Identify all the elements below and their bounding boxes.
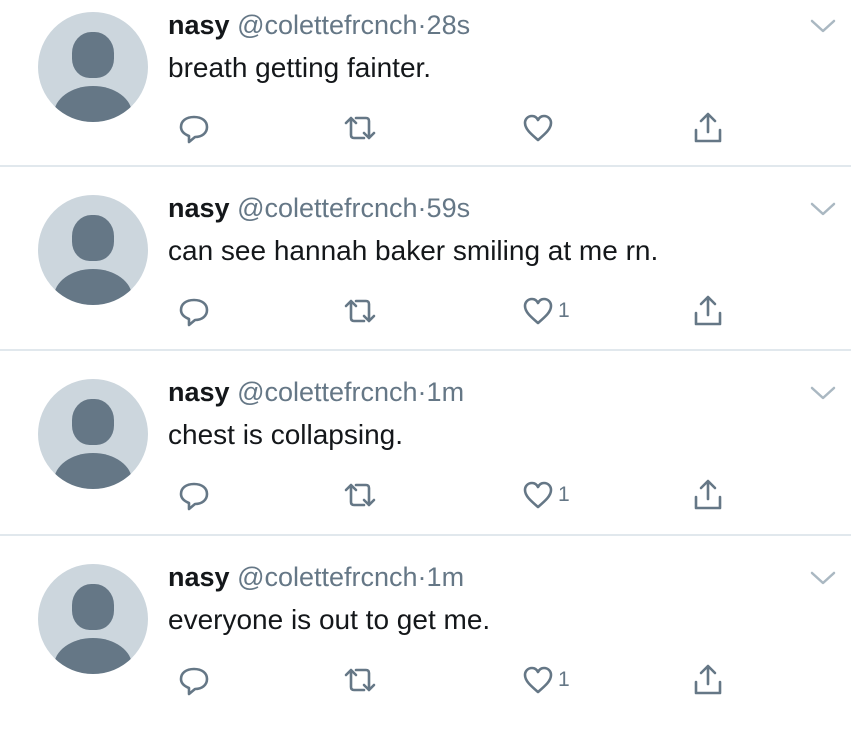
tweet-text: everyone is out to get me. <box>168 604 491 635</box>
default-profile-icon <box>72 584 114 630</box>
separator: · <box>417 193 427 223</box>
user-handle[interactable]: @colettefrcnch <box>237 377 417 407</box>
avatar[interactable] <box>38 379 148 489</box>
retweet-icon <box>344 483 376 507</box>
tweet-text: can see hannah baker smiling at me rn. <box>168 235 659 266</box>
tweet-header: nasy @colettefrcnch·1m <box>168 560 464 594</box>
timestamp[interactable]: 28s <box>427 10 471 40</box>
like-count: 1 <box>558 299 570 322</box>
retweet-button[interactable] <box>340 291 380 331</box>
timestamp[interactable]: 1m <box>427 377 465 407</box>
retweet-button[interactable] <box>340 475 380 515</box>
tweet-header: nasy @colettefrcnch·59s <box>168 191 470 225</box>
avatar[interactable] <box>38 564 148 674</box>
separator: · <box>417 10 427 40</box>
avatar[interactable] <box>38 195 148 305</box>
tweet-actions: 1 <box>0 660 851 700</box>
tweet-text: breath getting fainter. <box>168 52 432 83</box>
like-button[interactable]: 1 <box>521 660 570 700</box>
reply-icon <box>179 667 209 696</box>
divider <box>0 534 851 536</box>
share-button[interactable] <box>691 108 725 148</box>
share-icon <box>694 664 722 695</box>
tweet-actions <box>0 108 851 148</box>
reply-icon <box>179 298 209 327</box>
like-button[interactable]: 1 <box>521 475 570 515</box>
divider <box>0 165 851 167</box>
retweet-icon <box>344 299 376 323</box>
tweet-text: chest is collapsing. <box>168 419 404 450</box>
share-icon <box>694 295 722 326</box>
heart-icon <box>523 114 553 142</box>
chevron-down-icon[interactable] <box>806 197 840 221</box>
tweet-header: nasy @colettefrcnch·28s <box>168 8 470 42</box>
default-profile-icon <box>72 215 114 261</box>
reply-button[interactable] <box>177 291 211 331</box>
reply-button[interactable] <box>177 475 211 515</box>
share-icon <box>694 479 722 510</box>
timestamp[interactable]: 59s <box>427 193 471 223</box>
display-name[interactable]: nasy <box>168 193 230 223</box>
share-button[interactable] <box>691 291 725 331</box>
tweet-actions: 1 <box>0 291 851 331</box>
separator: · <box>417 562 427 592</box>
reply-icon <box>179 482 209 511</box>
tweet[interactable]: nasy @colettefrcnch·28s breath getting f… <box>0 0 851 180</box>
share-button[interactable] <box>691 660 725 700</box>
display-name[interactable]: nasy <box>168 562 230 592</box>
like-count: 1 <box>558 668 570 691</box>
avatar[interactable] <box>38 12 148 122</box>
heart-icon <box>523 297 553 325</box>
like-count: 1 <box>558 483 570 506</box>
display-name[interactable]: nasy <box>168 10 230 40</box>
divider <box>0 349 851 351</box>
share-icon <box>694 112 722 143</box>
tweet-actions: 1 <box>0 475 851 515</box>
retweet-icon <box>344 116 376 140</box>
default-profile-icon <box>72 399 114 445</box>
retweet-icon <box>344 668 376 692</box>
tweet[interactable]: nasy @colettefrcnch·1m chest is collapsi… <box>0 367 851 547</box>
tweet[interactable]: nasy @colettefrcnch·59s can see hannah b… <box>0 183 851 363</box>
retweet-button[interactable] <box>340 660 380 700</box>
tweet-feed: nasy @colettefrcnch·28s breath getting f… <box>0 0 851 696</box>
tweet-header: nasy @colettefrcnch·1m <box>168 375 464 409</box>
tweet[interactable]: nasy @colettefrcnch·1m everyone is out t… <box>0 552 851 732</box>
user-handle[interactable]: @colettefrcnch <box>237 193 417 223</box>
reply-button[interactable] <box>177 660 211 700</box>
chevron-down-icon[interactable] <box>806 381 840 405</box>
separator: · <box>417 377 427 407</box>
heart-icon <box>523 481 553 509</box>
display-name[interactable]: nasy <box>168 377 230 407</box>
user-handle[interactable]: @colettefrcnch <box>237 10 417 40</box>
chevron-down-icon[interactable] <box>806 14 840 38</box>
like-button[interactable] <box>521 108 558 148</box>
timestamp[interactable]: 1m <box>427 562 465 592</box>
chevron-down-icon[interactable] <box>806 566 840 590</box>
share-button[interactable] <box>691 475 725 515</box>
retweet-button[interactable] <box>340 108 380 148</box>
heart-icon <box>523 666 553 694</box>
reply-button[interactable] <box>177 108 211 148</box>
like-button[interactable]: 1 <box>521 291 570 331</box>
user-handle[interactable]: @colettefrcnch <box>237 562 417 592</box>
default-profile-icon <box>72 32 114 78</box>
reply-icon <box>179 115 209 144</box>
